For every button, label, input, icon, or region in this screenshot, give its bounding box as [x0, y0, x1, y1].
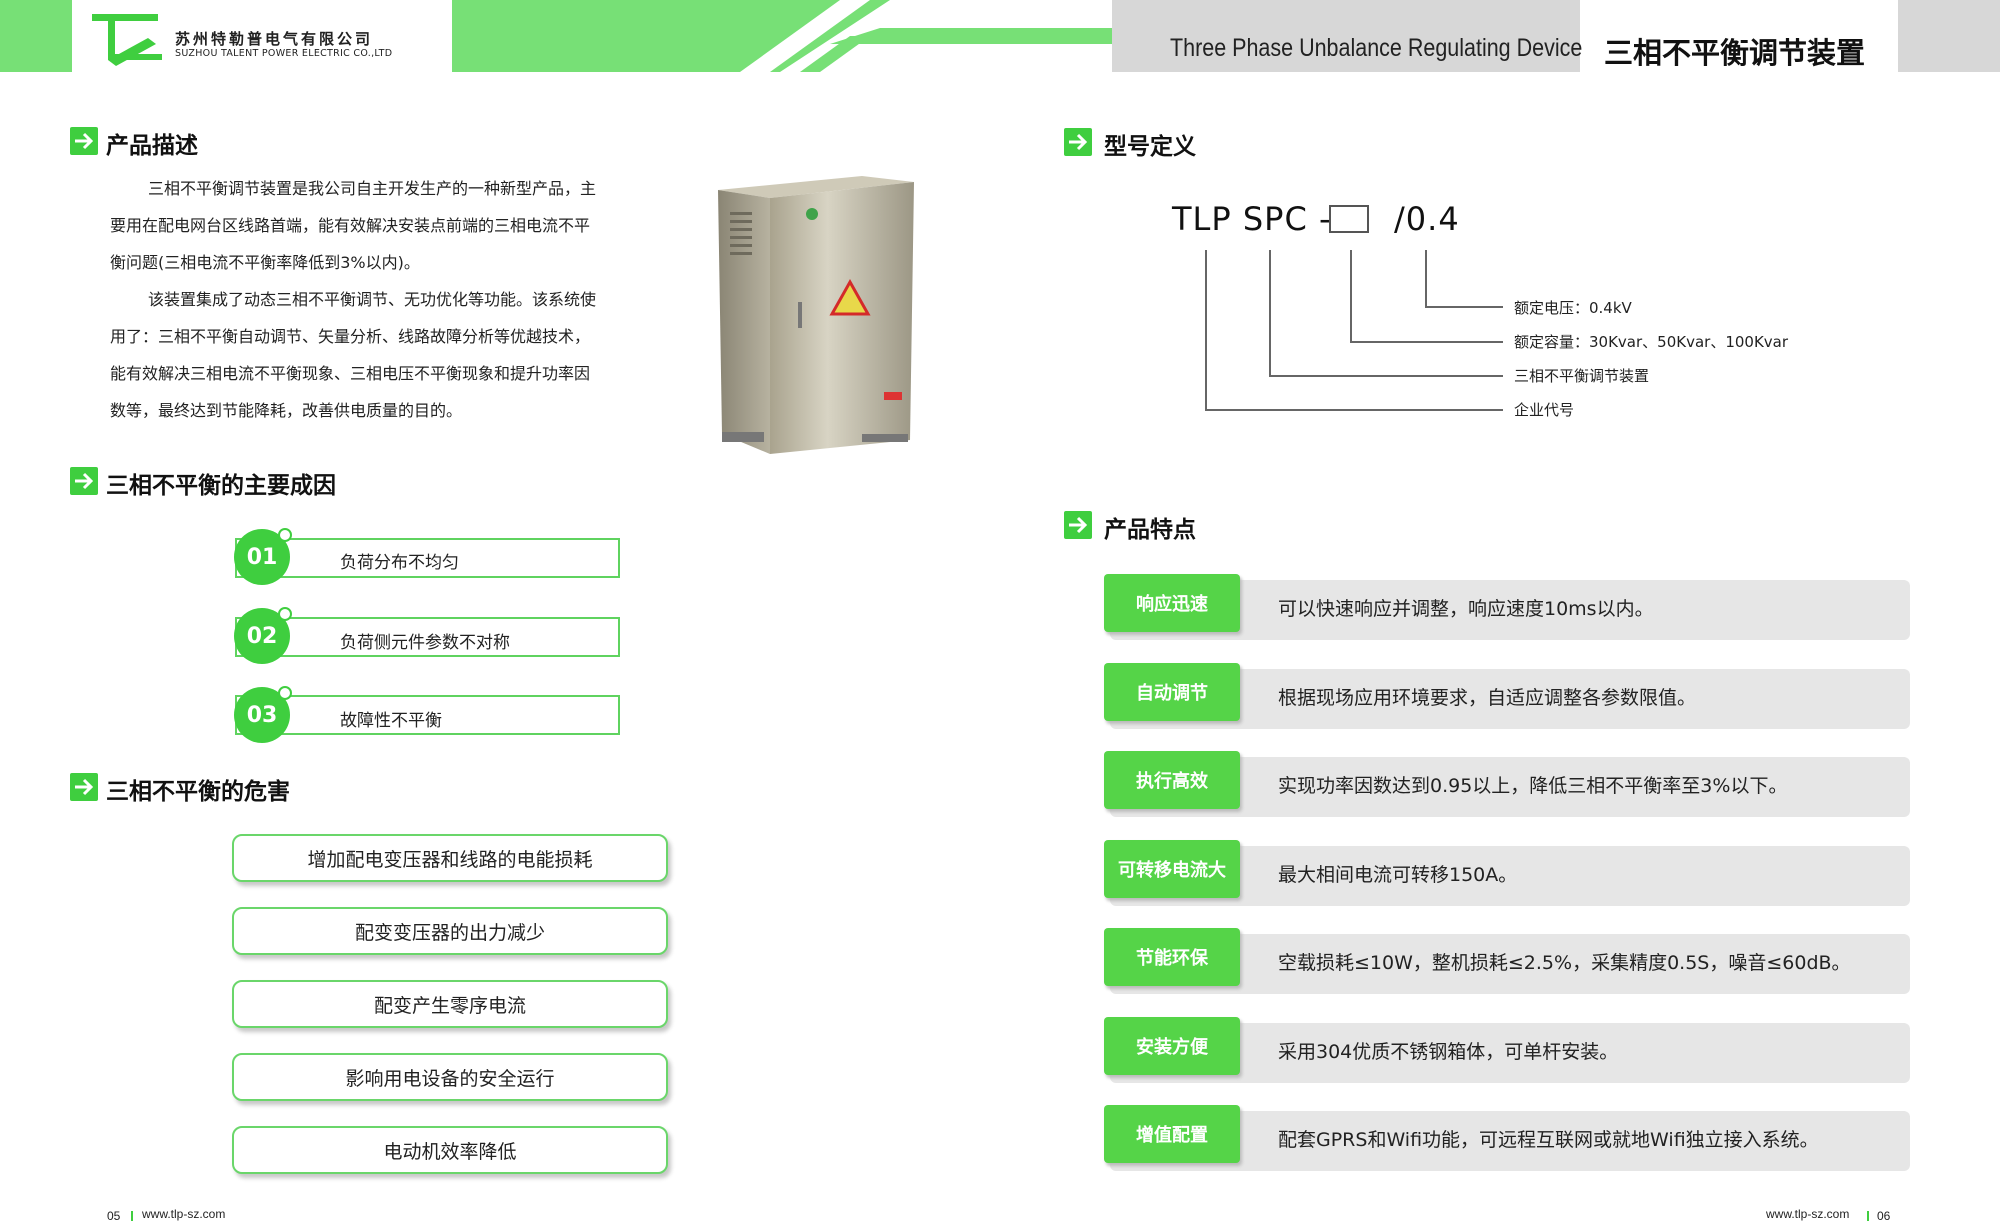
leader-line	[1350, 250, 1352, 342]
feature-text: 可以快速响应并调整，响应速度10ms以内。	[1278, 598, 1654, 620]
model-label: 额定电压：0.4kV	[1514, 299, 1632, 317]
feature-tag: 执行高效	[1104, 751, 1240, 809]
feature-text: 配套GPRS和Wifi功能，可远程互联网或就地Wifi独立接入系统。	[1278, 1129, 1819, 1151]
footer-url-right: www.tlp-sz.com	[1766, 1207, 1850, 1221]
features-title: 产品特点	[1104, 517, 1196, 543]
harm-item: 配变变压器的出力减少	[232, 907, 668, 955]
cause-dot-icon	[278, 686, 292, 700]
model-capacity-box	[1329, 205, 1369, 233]
cause-text: 负荷侧元件参数不对称	[340, 633, 510, 653]
leader-line	[1425, 306, 1503, 308]
desc-line: 衡问题(三相电流不平衡率降低到3%以内)。	[110, 253, 420, 272]
feature-tag: 安装方便	[1104, 1017, 1240, 1075]
feature-tag: 可转移电流大	[1104, 840, 1240, 898]
company-logo-icon	[92, 14, 162, 66]
desc-line: 能有效解决三相电流不平衡现象、三相电压不平衡现象和提升功率因	[110, 364, 591, 383]
cause-dot-icon	[278, 607, 292, 621]
model-label: 企业代号	[1514, 401, 1575, 419]
arrow-icon	[70, 127, 98, 155]
leader-line	[1350, 341, 1503, 343]
model-label: 额定容量：30Kvar、50Kvar、100Kvar	[1514, 333, 1789, 351]
feature-tag: 响应迅速	[1104, 574, 1240, 632]
footer-page-right: 06	[1877, 1209, 1891, 1223]
cause-text: 负荷分布不均匀	[340, 553, 459, 573]
cause-dot-icon	[278, 528, 292, 542]
harm-item: 电动机效率降低	[232, 1126, 668, 1174]
footer-page-left: 05	[107, 1209, 121, 1223]
model-suffix: /0.4	[1394, 200, 1460, 238]
leader-line	[1425, 250, 1427, 308]
product-cabinet-image	[718, 176, 914, 454]
desc-line: 三相不平衡调节装置是我公司自主开发生产的一种新型产品，主	[148, 179, 597, 198]
header-stripe-decoration	[740, 0, 1112, 72]
company-name-en: SUZHOU TALENT POWER ELECTRIC CO.,LTD	[175, 48, 393, 59]
feature-text: 最大相间电流可转移150A。	[1278, 864, 1518, 886]
arrow-icon	[1064, 128, 1092, 156]
feature-text: 空载损耗≤10W，整机损耗≤2.5%，采集精度0.5S，噪音≤60dB。	[1278, 952, 1851, 974]
feature-text: 根据现场应用环境要求，自适应调整各参数限值。	[1278, 687, 1697, 709]
leader-line	[1269, 250, 1271, 376]
harm-item: 影响用电设备的安全运行	[232, 1053, 668, 1101]
feature-tag: 自动调节	[1104, 663, 1240, 721]
desc-line: 要用在配电网台区线路首端，能有效解决安装点前端的三相电流不平	[110, 216, 591, 235]
leader-line	[1205, 250, 1207, 410]
description-title: 产品描述	[106, 133, 198, 159]
leader-line	[1205, 409, 1503, 411]
causes-title: 三相不平衡的主要成因	[106, 473, 336, 499]
feature-tag: 增值配置	[1104, 1105, 1240, 1163]
model-prefix: TLP SPC -	[1172, 200, 1332, 238]
header-title-en: Three Phase Unbalance Regulating Device	[1170, 34, 1583, 62]
arrow-icon	[70, 773, 98, 801]
header-title-cn: 三相不平衡调节装置	[1604, 36, 1866, 70]
company-name-cn: 苏州特勒普电气有限公司	[175, 30, 374, 48]
feature-tag: 节能环保	[1104, 928, 1240, 986]
desc-line: 该装置集成了动态三相不平衡调节、无功优化等功能。该系统使	[148, 290, 597, 309]
footer-mark	[1867, 1211, 1869, 1221]
header-green-left	[0, 0, 72, 72]
harm-item: 增加配电变压器和线路的电能损耗	[232, 834, 668, 882]
footer-mark	[131, 1211, 133, 1221]
leader-line	[1269, 375, 1503, 377]
arrow-icon	[70, 467, 98, 495]
harm-item: 配变产生零序电流	[232, 980, 668, 1028]
cause-text: 故障性不平衡	[340, 711, 442, 731]
footer-url-left: www.tlp-sz.com	[142, 1207, 226, 1221]
feature-text: 采用304优质不锈钢箱体，可单杆安装。	[1278, 1041, 1619, 1063]
model-title: 型号定义	[1104, 134, 1196, 160]
harms-title: 三相不平衡的危害	[106, 779, 290, 805]
description-text: 三相不平衡调节装置是我公司自主开发生产的一种新型产品，主 要用在配电网台区线路首…	[110, 170, 710, 429]
model-label: 三相不平衡调节装置	[1514, 367, 1650, 385]
desc-line: 数等，最终达到节能降耗，改善供电质量的目的。	[110, 401, 463, 420]
desc-line: 用了：三相不平衡自动调节、矢量分析、线路故障分析等优越技术，	[110, 327, 591, 346]
feature-text: 实现功率因数达到0.95以上，降低三相不平衡率至3%以下。	[1278, 775, 1788, 797]
arrow-icon	[1064, 511, 1092, 539]
